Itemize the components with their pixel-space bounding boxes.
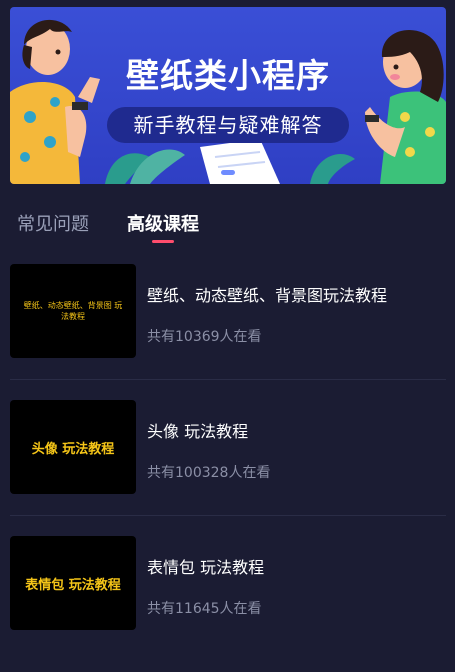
tab-advanced-courses[interactable]: 高级课程 <box>127 210 199 236</box>
thumbnail-text: 头像 玩法教程 <box>31 441 115 457</box>
banner-title: 壁纸类小程序 <box>126 56 330 95</box>
course-title: 头像 玩法教程 <box>147 422 249 441</box>
banner-subtitle: 新手教程与疑难解答 <box>107 107 349 143</box>
course-viewers: 共有11645人在看 <box>147 601 262 617</box>
divider <box>10 379 446 380</box>
banner-page-indicator[interactable] <box>221 170 235 175</box>
course-title: 表情包 玩法教程 <box>147 558 265 577</box>
thumbnail-text: 壁纸、动态壁纸、背景图 玩法教程 <box>23 301 123 321</box>
course-thumbnail: 壁纸、动态壁纸、背景图 玩法教程 <box>10 264 136 358</box>
active-tab-indicator <box>152 240 174 243</box>
promo-banner[interactable]: 壁纸类小程序 新手教程与疑难解答 <box>10 7 446 184</box>
course-title: 壁纸、动态壁纸、背景图玩法教程 <box>147 286 388 305</box>
course-viewers: 共有100328人在看 <box>147 465 271 481</box>
course-item-sticker[interactable]: 表情包 玩法教程 表情包 玩法教程 共有11645人在看 <box>0 536 455 672</box>
course-viewers: 共有10369人在看 <box>147 329 262 345</box>
tab-bar: 常见问题 高级课程 <box>0 200 455 248</box>
course-thumbnail: 头像 玩法教程 <box>10 400 136 494</box>
divider <box>10 515 446 516</box>
thumbnail-text: 表情包 玩法教程 <box>25 577 121 593</box>
tab-faq[interactable]: 常见问题 <box>17 210 89 236</box>
course-thumbnail: 表情包 玩法教程 <box>10 536 136 630</box>
